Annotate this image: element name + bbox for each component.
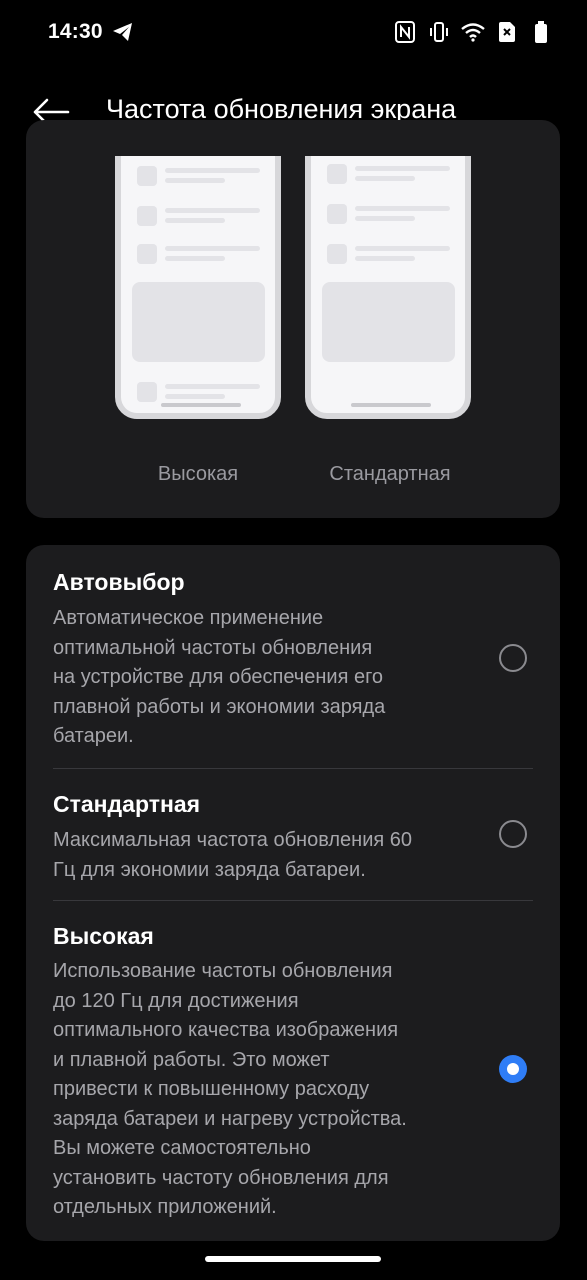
refresh-rate-options: Автовыбор Автоматическое применение опти… bbox=[26, 545, 560, 1241]
option-high-radio[interactable] bbox=[499, 1055, 527, 1083]
status-time: 14:30 bbox=[48, 20, 103, 43]
option-auto-radio[interactable] bbox=[499, 644, 527, 672]
option-standard-description: Максимальная частота обновления 60 Гц дл… bbox=[53, 829, 413, 881]
option-high-title: Высокая bbox=[53, 923, 154, 949]
option-high-description: Использование частоты обновления до 120 … bbox=[53, 960, 407, 1218]
option-auto-description: Автоматическое применение оптимальной ча… bbox=[53, 607, 386, 747]
nfc-icon bbox=[393, 20, 417, 44]
option-standard-radio[interactable] bbox=[499, 820, 527, 848]
option-high[interactable]: Высокая Использование частоты обновления… bbox=[26, 901, 560, 1241]
vibrate-icon bbox=[427, 20, 451, 44]
option-standard[interactable]: Стандартная Максимальная частота обновле… bbox=[26, 769, 560, 899]
battery-icon bbox=[529, 20, 553, 44]
wifi-icon bbox=[461, 20, 485, 44]
option-auto[interactable]: Автовыбор Автоматическое применение опти… bbox=[26, 545, 560, 767]
home-indicator[interactable] bbox=[205, 1256, 381, 1262]
phone-preview-high bbox=[115, 156, 281, 419]
preview-illustration bbox=[0, 156, 587, 526]
status-bar: 14:30 bbox=[0, 0, 587, 64]
telegram-icon bbox=[112, 22, 134, 42]
preview-label-standard: Стандартная bbox=[329, 463, 451, 485]
option-standard-title: Стандартная bbox=[53, 791, 201, 817]
preview-label-high: Высокая bbox=[157, 463, 239, 485]
option-auto-title: Автовыбор bbox=[53, 569, 185, 595]
phone-preview-standard bbox=[305, 156, 471, 419]
no-sim-icon bbox=[495, 20, 519, 44]
